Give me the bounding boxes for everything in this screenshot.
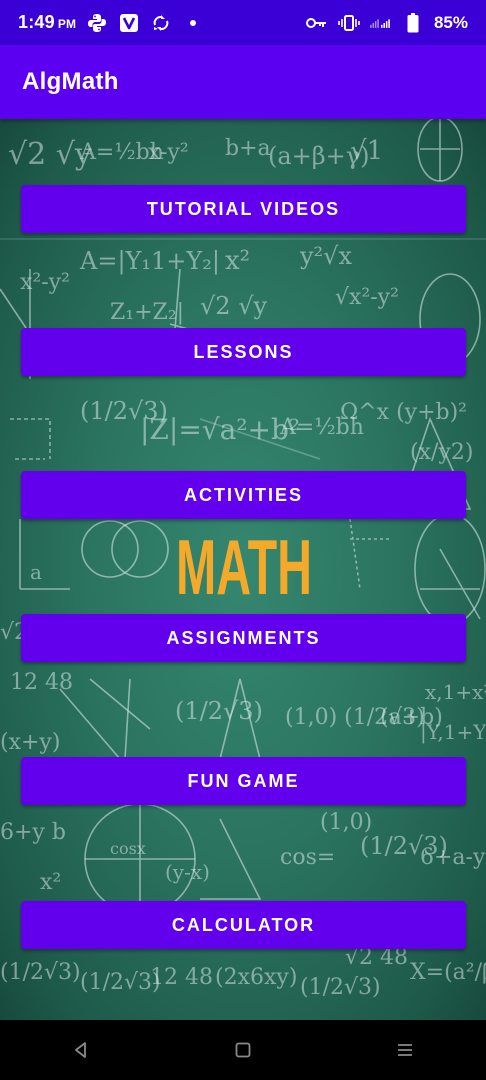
back-button[interactable] bbox=[51, 1030, 111, 1070]
back-icon bbox=[75, 1042, 86, 1058]
svg-text:(y-x): (y-x) bbox=[165, 860, 210, 884]
status-right: 85% bbox=[305, 12, 468, 34]
svg-text:x²: x² bbox=[40, 870, 61, 895]
svg-text:b+a: b+a bbox=[225, 136, 271, 161]
svg-text:x²-y²: x²-y² bbox=[20, 270, 70, 295]
signal-icon bbox=[369, 12, 392, 34]
clock-time: 1:49 bbox=[18, 12, 55, 32]
svg-text:A=|Y₁1+Y₂|: A=|Y₁1+Y₂| bbox=[79, 247, 220, 276]
fun-game-button[interactable]: FUN GAME bbox=[21, 757, 466, 805]
math-logo-text: MATH bbox=[176, 523, 312, 608]
svg-text:y²√x: y²√x bbox=[299, 242, 352, 270]
dot-icon bbox=[182, 12, 204, 34]
vibrate-icon bbox=[338, 12, 360, 34]
svg-text:(1/2√3): (1/2√3) bbox=[80, 970, 161, 995]
clock: 1:49 PM bbox=[18, 12, 76, 33]
key-icon bbox=[305, 12, 328, 34]
activities-button[interactable]: ACTIVITIES bbox=[21, 471, 466, 519]
recents-icon bbox=[398, 1044, 412, 1056]
svg-text:Ω^x (y+b)²: Ω^x (y+b)² bbox=[340, 400, 467, 425]
calculator-button[interactable]: CALCULATOR bbox=[21, 901, 466, 949]
battery-percent: 85% bbox=[433, 12, 468, 32]
clock-ampm: PM bbox=[57, 17, 77, 31]
svg-text:12 48: 12 48 bbox=[10, 670, 73, 695]
svg-text:x-y²: x-y² bbox=[148, 140, 189, 165]
svg-text:cos=: cos= bbox=[280, 845, 335, 870]
svg-text:(x+y): (x+y) bbox=[0, 730, 60, 755]
svg-text:√1: √1 bbox=[350, 136, 383, 166]
svg-text:cosx: cosx bbox=[110, 839, 146, 858]
python-icon bbox=[86, 12, 108, 34]
home-icon bbox=[235, 1042, 251, 1058]
status-left: 1:49 PM bbox=[18, 12, 204, 34]
system-navigation-bar bbox=[0, 1020, 486, 1080]
svg-text:x,1+x²,: x,1+x², bbox=[425, 680, 486, 704]
svg-text:(1/2√3): (1/2√3) bbox=[300, 975, 381, 1000]
svg-text:a: a bbox=[30, 560, 42, 584]
math-logo: MATH bbox=[176, 523, 312, 608]
svg-text:X=(a²/β²): X=(a²/β²) bbox=[410, 960, 486, 985]
app-bar: AlgMath bbox=[0, 45, 486, 119]
sync-icon bbox=[150, 12, 172, 34]
tutorial-videos-button[interactable]: TUTORIAL VIDEOS bbox=[21, 185, 466, 233]
svg-text:|Z|=√a²+b²: |Z|=√a²+b² bbox=[140, 413, 300, 446]
svg-text:|Y,1+Y²: |Y,1+Y² bbox=[420, 720, 486, 745]
status-bar: 1:49 PM 85% bbox=[0, 0, 486, 45]
svg-text:12 48: 12 48 bbox=[150, 965, 213, 990]
svg-text:6+a-y: 6+a-y bbox=[420, 845, 486, 870]
svg-text:Z₁+Z₂|: Z₁+Z₂| bbox=[110, 300, 184, 325]
svg-text:√x²-y²: √x²-y² bbox=[335, 285, 399, 310]
svg-text:x²: x² bbox=[225, 246, 250, 276]
svg-text:(1/2√3): (1/2√3) bbox=[0, 960, 81, 985]
svg-text:(2x6xy): (2x6xy) bbox=[215, 965, 297, 990]
recents-button[interactable] bbox=[375, 1030, 435, 1070]
v-app-icon bbox=[118, 12, 140, 34]
lessons-button[interactable]: LESSONS bbox=[21, 328, 466, 376]
home-button[interactable] bbox=[213, 1030, 273, 1070]
app-title: AlgMath bbox=[22, 68, 119, 95]
svg-text:6+y b: 6+y b bbox=[0, 820, 66, 845]
battery-icon bbox=[402, 12, 424, 34]
assignments-button[interactable]: ASSIGNMENTS bbox=[21, 614, 466, 662]
svg-text:√2 √y: √2 √y bbox=[200, 292, 267, 320]
